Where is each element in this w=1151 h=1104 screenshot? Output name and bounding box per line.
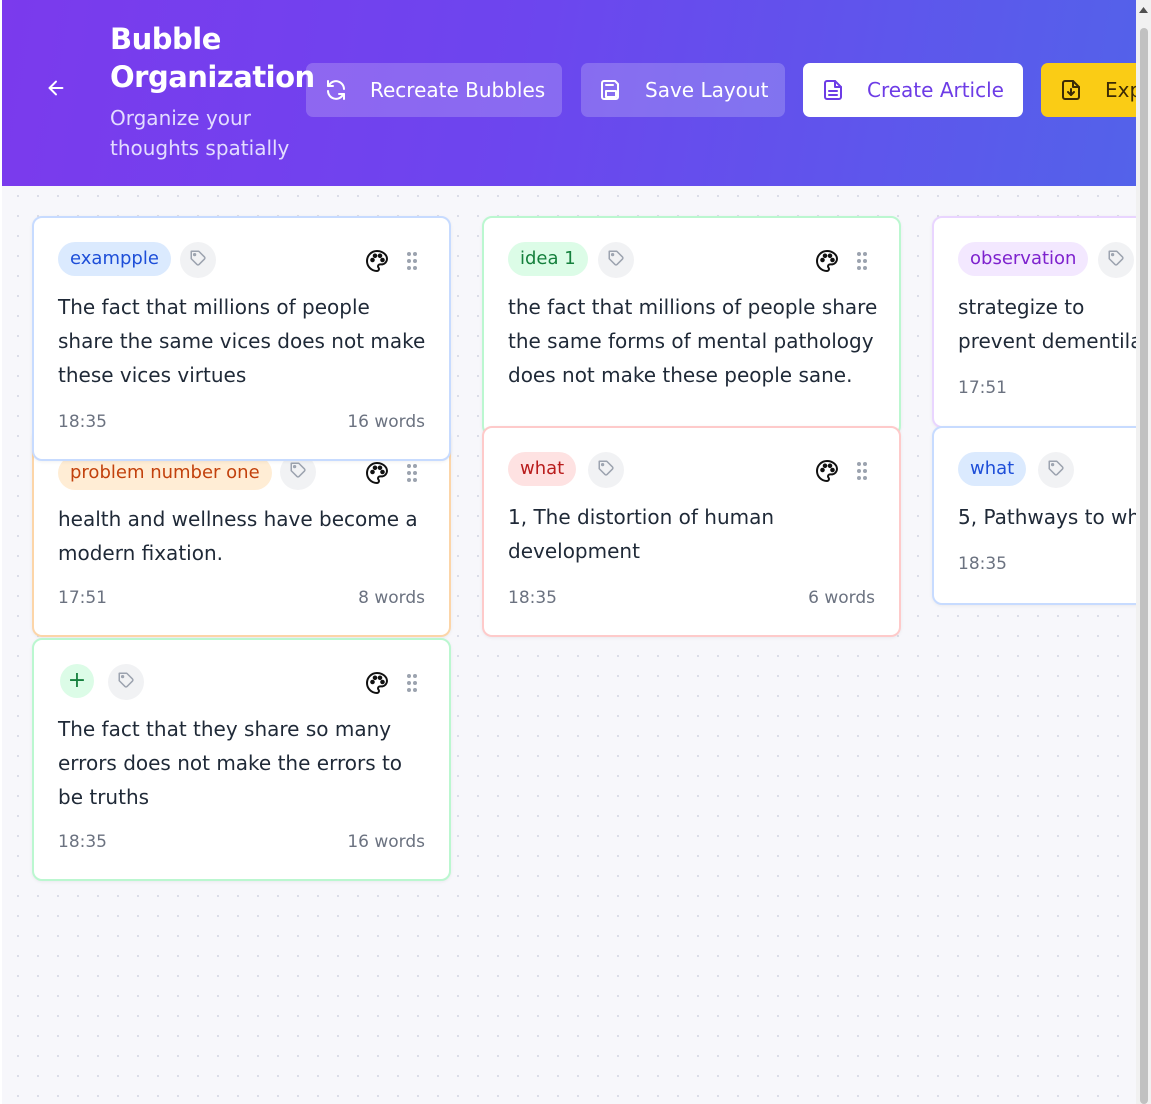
palette-icon[interactable] [364, 460, 390, 486]
tag-icon-button[interactable] [1038, 452, 1074, 488]
document-icon [821, 78, 845, 102]
bubble-word-count: 8 words [358, 588, 425, 608]
bubble-card[interactable]: exampple The fact that millions of peopl… [32, 216, 451, 461]
bubble-organization-app: Bubble Organization Organize your though… [2, 0, 1136, 1104]
page-title: Bubble Organization [110, 22, 315, 94]
refresh-icon [324, 78, 348, 102]
export-button[interactable]: Export [1041, 63, 1136, 117]
tag-icon [607, 249, 625, 271]
export-label: Export [1105, 78, 1136, 102]
drag-handle-icon[interactable] [854, 458, 870, 484]
bubble-tag[interactable]: exampple [58, 242, 171, 276]
bubble-card[interactable]: + The fact that they share so many error… [32, 638, 451, 881]
page-subtitle: Organize your thoughts spatially [110, 106, 290, 160]
bubble-card[interactable]: observation strategize to prevent dement… [932, 216, 1136, 428]
bubble-card[interactable]: what 5, Pathways to wh 18:35 [932, 426, 1136, 605]
tag-icon [1107, 249, 1125, 271]
tag-icon [189, 249, 207, 271]
bubble-text: health and wellness have become a modern… [58, 507, 418, 565]
palette-icon[interactable] [364, 248, 390, 274]
drag-handle-icon[interactable] [404, 248, 420, 274]
scrollbar-thumb[interactable] [1140, 28, 1148, 1104]
bubble-tag[interactable]: idea 1 [508, 242, 588, 276]
arrow-left-icon [45, 77, 67, 103]
tag-icon-button[interactable] [180, 242, 216, 278]
drag-handle-icon[interactable] [854, 248, 870, 274]
create-article-button[interactable]: Create Article [803, 63, 1023, 117]
save-layout-label: Save Layout [645, 78, 769, 102]
bubble-text: strategize to prevent dementila [958, 295, 1136, 353]
bubble-time: 18:35 [958, 554, 1007, 574]
bubble-tag[interactable]: what [958, 452, 1027, 486]
bubble-word-count: 16 words [347, 412, 425, 432]
bubble-card[interactable]: what 1, The distortion of human developm… [482, 426, 901, 637]
bubble-time: 18:35 [508, 588, 557, 608]
bubble-tag[interactable]: observation [958, 242, 1089, 276]
create-article-label: Create Article [867, 78, 1004, 102]
vertical-scrollbar[interactable] [1136, 0, 1151, 1104]
header-bar: Bubble Organization Organize your though… [2, 0, 1136, 186]
tag-icon-button[interactable] [588, 452, 624, 488]
tag-icon [117, 671, 135, 693]
bubble-text: the fact that millions of people share t… [508, 295, 878, 387]
bubble-time: 17:51 [958, 378, 1007, 398]
bubble-word-count: 16 words [347, 832, 425, 852]
bubble-word-count: 6 words [808, 588, 875, 608]
save-icon [599, 78, 623, 102]
bubble-tag[interactable]: problem number one [58, 456, 272, 490]
bubble-time: 18:35 [58, 832, 107, 852]
bubble-time: 17:51 [58, 588, 107, 608]
recreate-bubbles-button[interactable]: Recreate Bubbles [306, 63, 562, 117]
save-layout-button[interactable]: Save Layout [581, 63, 785, 117]
bubble-text: 5, Pathways to wh [958, 505, 1136, 529]
recreate-bubbles-label: Recreate Bubbles [370, 78, 546, 102]
tag-icon-button[interactable] [598, 242, 634, 278]
bubble-tag[interactable]: what [508, 452, 577, 486]
file-download-icon [1059, 78, 1083, 102]
bubble-text: The fact that they share so many errors … [58, 717, 403, 809]
bubble-card[interactable]: idea 1 the fact that millions of people … [482, 216, 901, 436]
tag-icon [597, 459, 615, 481]
tag-icon [289, 461, 307, 483]
tag-icon [1047, 459, 1065, 481]
palette-icon[interactable] [364, 670, 390, 696]
bubble-text: The fact that millions of people share t… [58, 295, 426, 387]
bubble-time: 18:35 [58, 412, 107, 432]
back-button[interactable] [38, 72, 74, 108]
drag-handle-icon[interactable] [404, 460, 420, 486]
add-tag-button[interactable]: + [60, 664, 94, 698]
palette-icon[interactable] [814, 248, 840, 274]
scroll-up-arrow-icon[interactable] [1136, 0, 1151, 20]
drag-handle-icon[interactable] [404, 670, 420, 696]
tag-icon-button[interactable] [1098, 242, 1134, 278]
palette-icon[interactable] [814, 458, 840, 484]
tag-icon-button[interactable] [108, 664, 144, 700]
bubble-text: 1, The distortion of human development [508, 505, 775, 563]
